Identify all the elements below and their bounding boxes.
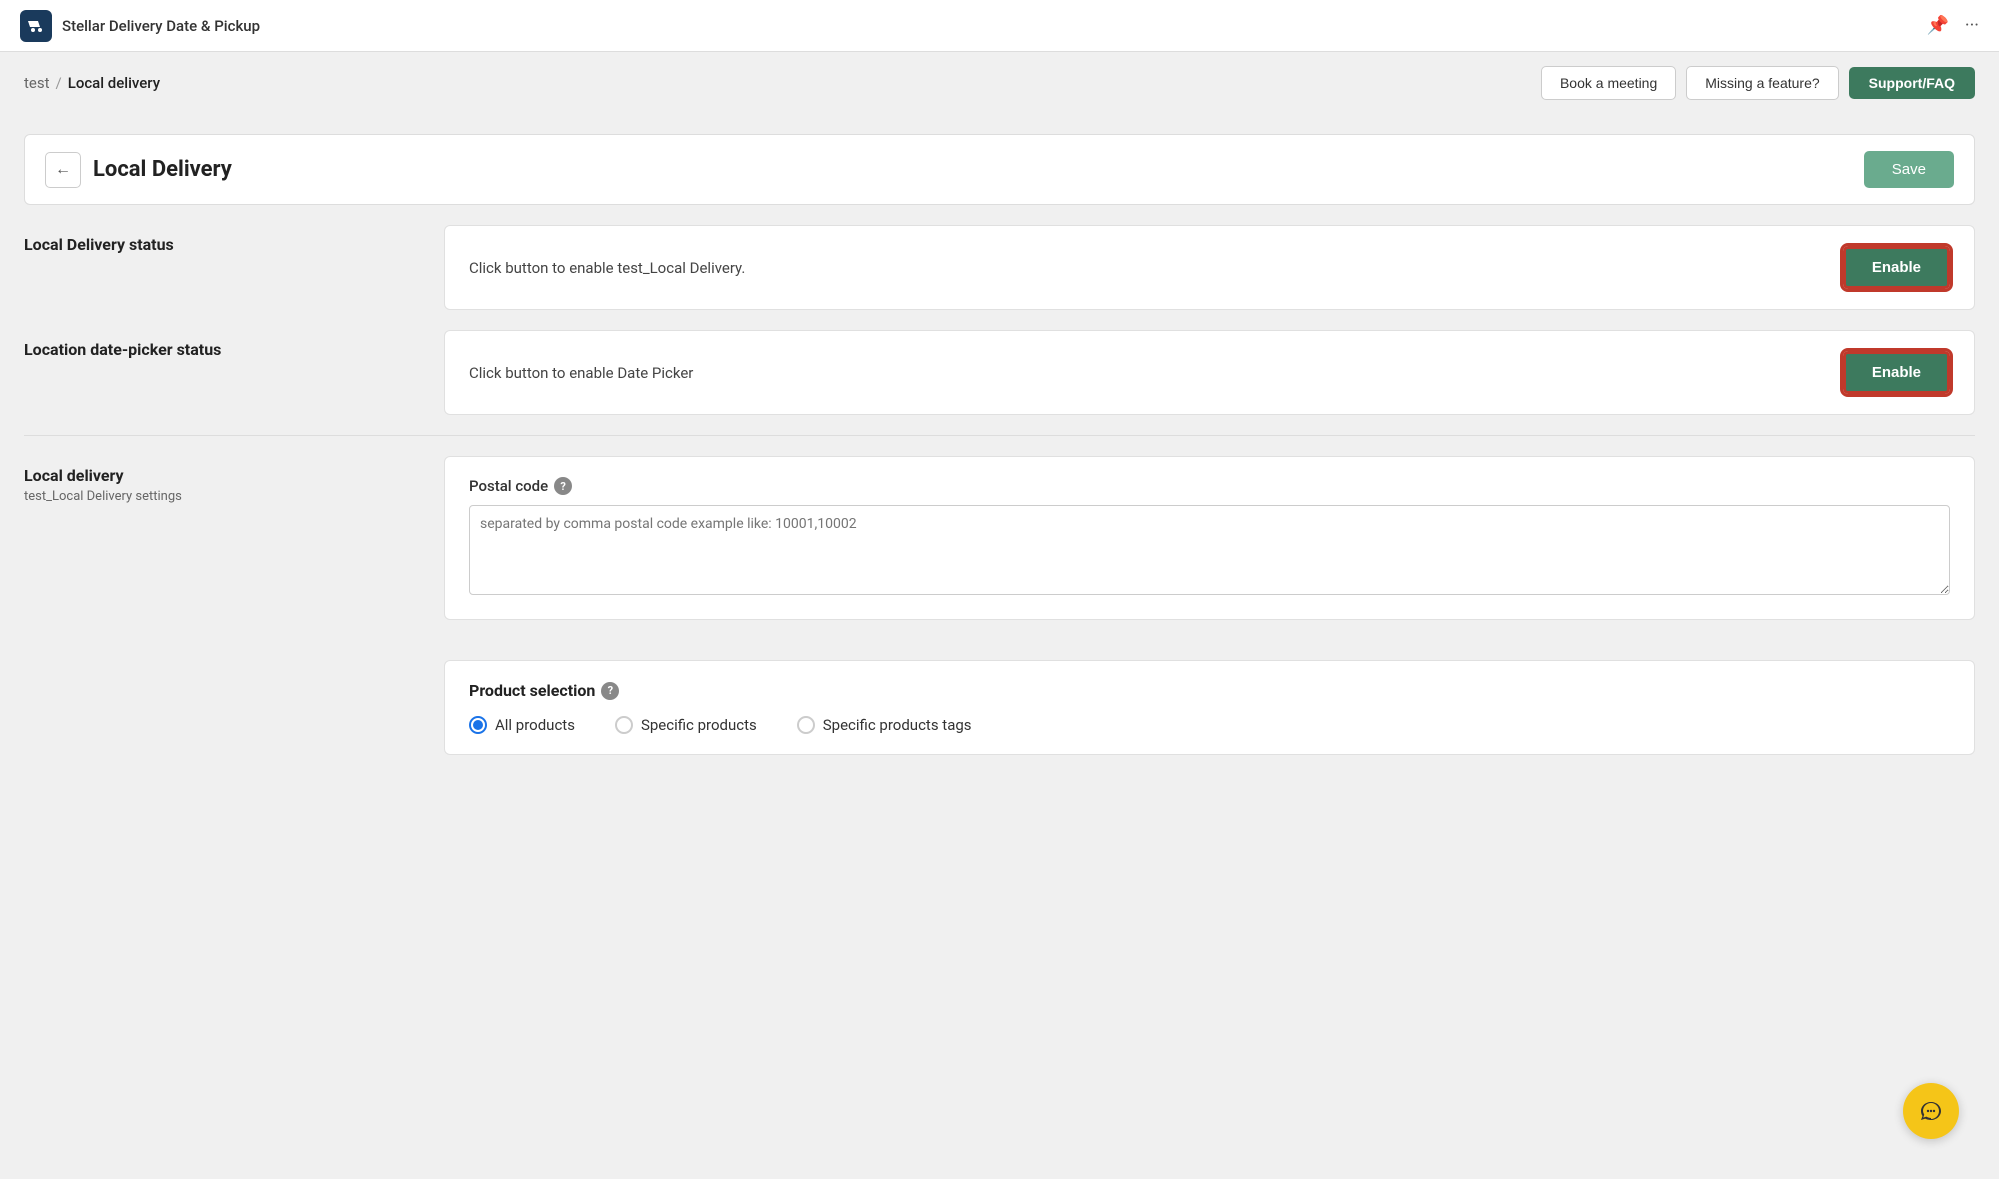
radio-specific-products-tags[interactable]: Specific products tags bbox=[797, 716, 972, 734]
location-datepicker-label-col: Location date-picker status bbox=[24, 330, 444, 363]
app-title: Stellar Delivery Date & Pickup bbox=[62, 17, 260, 35]
radio-specific-products[interactable]: Specific products bbox=[615, 716, 757, 734]
postal-code-input[interactable] bbox=[469, 505, 1950, 595]
breadcrumb-link[interactable]: test bbox=[24, 74, 50, 92]
radio-specific-products-tags-label: Specific products tags bbox=[823, 716, 972, 734]
pin-icon[interactable]: 📌 bbox=[1926, 15, 1948, 36]
chat-bubble-button[interactable] bbox=[1903, 1083, 1959, 1139]
product-selection-label-col bbox=[24, 660, 444, 670]
breadcrumb-current: Local delivery bbox=[68, 74, 160, 92]
product-selection-row: Product selection ? All products Specif bbox=[24, 660, 1975, 755]
top-bar-left: Stellar Delivery Date & Pickup bbox=[20, 10, 260, 42]
postal-code-help-icon[interactable]: ? bbox=[554, 477, 572, 495]
book-meeting-button[interactable]: Book a meeting bbox=[1541, 66, 1676, 100]
top-bar: Stellar Delivery Date & Pickup 📌 ··· bbox=[0, 0, 1999, 52]
save-button[interactable]: Save bbox=[1864, 151, 1954, 188]
local-delivery-settings-sub: test_Local Delivery settings bbox=[24, 489, 414, 504]
main-content: ← Local Delivery Save Local Delivery sta… bbox=[0, 114, 1999, 795]
section-divider bbox=[24, 435, 1975, 436]
product-selection-card-col: Product selection ? All products Specif bbox=[444, 660, 1975, 755]
radio-all-products-circle bbox=[469, 716, 487, 734]
local-delivery-status-text: Click button to enable test_Local Delive… bbox=[469, 259, 745, 277]
radio-specific-products-tags-circle bbox=[797, 716, 815, 734]
radio-specific-products-circle bbox=[615, 716, 633, 734]
breadcrumb-bar: test / Local delivery Book a meeting Mis… bbox=[0, 52, 1999, 114]
local-delivery-status-row: Local Delivery status Click button to en… bbox=[24, 225, 1975, 310]
radio-all-products-dot bbox=[473, 720, 483, 730]
page-header: ← Local Delivery Save bbox=[24, 134, 1975, 205]
postal-code-label-text: Postal code bbox=[469, 477, 548, 495]
location-datepicker-card-col: Click button to enable Date Picker Enabl… bbox=[444, 330, 1975, 415]
local-delivery-status-card-col: Click button to enable test_Local Delive… bbox=[444, 225, 1975, 310]
breadcrumb-actions: Book a meeting Missing a feature? Suppor… bbox=[1541, 66, 1975, 100]
local-delivery-settings-label-col: Local delivery test_Local Delivery setti… bbox=[24, 456, 444, 504]
breadcrumb: test / Local delivery bbox=[24, 74, 160, 92]
top-bar-right: 📌 ··· bbox=[1926, 15, 1979, 36]
location-datepicker-enable-button[interactable]: Enable bbox=[1843, 351, 1950, 394]
local-delivery-status-label-col: Local Delivery status bbox=[24, 225, 444, 258]
radio-all-products[interactable]: All products bbox=[469, 716, 575, 734]
support-faq-button[interactable]: Support/FAQ bbox=[1849, 67, 1975, 99]
breadcrumb-separator: / bbox=[56, 74, 62, 92]
local-delivery-settings-label: Local delivery bbox=[24, 466, 414, 485]
app-icon bbox=[20, 10, 52, 42]
radio-specific-products-label: Specific products bbox=[641, 716, 757, 734]
local-delivery-status-label: Local Delivery status bbox=[24, 235, 414, 254]
product-selection-label-row: Product selection ? bbox=[469, 681, 1950, 700]
postal-code-card: Postal code ? bbox=[444, 456, 1975, 620]
radio-all-products-label: All products bbox=[495, 716, 575, 734]
local-delivery-settings-row: Local delivery test_Local Delivery setti… bbox=[24, 456, 1975, 640]
product-selection-radio-group: All products Specific products Specific … bbox=[469, 716, 1950, 734]
location-datepicker-text: Click button to enable Date Picker bbox=[469, 364, 693, 382]
page-header-left: ← Local Delivery bbox=[45, 152, 232, 188]
location-datepicker-status-row: Location date-picker status Click button… bbox=[24, 330, 1975, 415]
location-datepicker-label: Location date-picker status bbox=[24, 340, 414, 359]
product-selection-card: Product selection ? All products Specif bbox=[444, 660, 1975, 755]
missing-feature-button[interactable]: Missing a feature? bbox=[1686, 66, 1838, 100]
back-button[interactable]: ← bbox=[45, 152, 81, 188]
more-options-icon[interactable]: ··· bbox=[1965, 15, 1979, 36]
local-delivery-settings-card-col: Postal code ? bbox=[444, 456, 1975, 640]
postal-code-label-row: Postal code ? bbox=[469, 477, 1950, 495]
product-selection-label-text: Product selection bbox=[469, 681, 595, 700]
location-datepicker-card: Click button to enable Date Picker Enabl… bbox=[444, 330, 1975, 415]
local-delivery-enable-button[interactable]: Enable bbox=[1843, 246, 1950, 289]
local-delivery-status-card: Click button to enable test_Local Delive… bbox=[444, 225, 1975, 310]
page-title: Local Delivery bbox=[93, 157, 232, 182]
product-selection-help-icon[interactable]: ? bbox=[601, 682, 619, 700]
